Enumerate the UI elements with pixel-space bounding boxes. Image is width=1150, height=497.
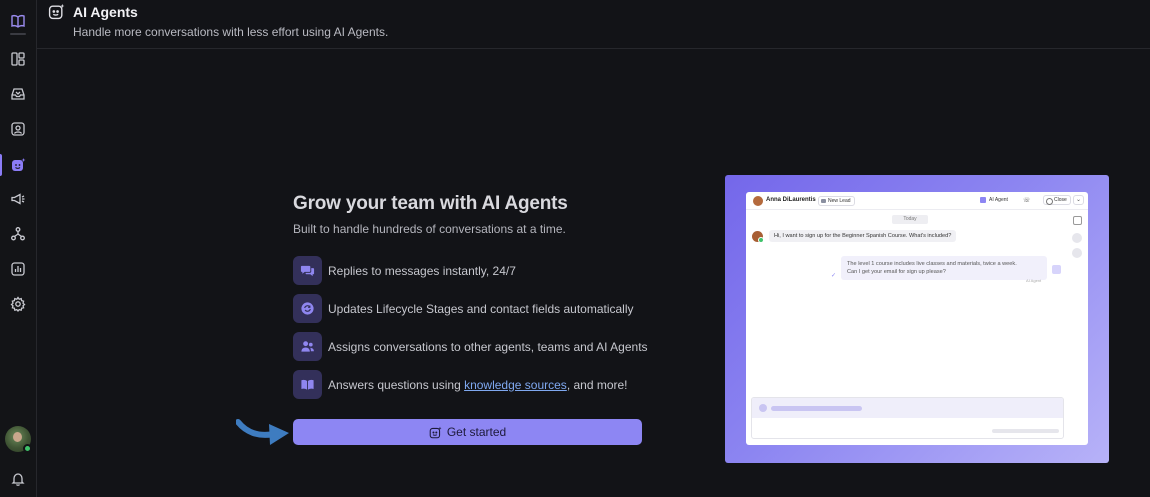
preview-composer — [751, 397, 1064, 439]
book-icon — [293, 370, 322, 399]
preview-lead-badge: New Lead — [818, 196, 855, 206]
contact-icon[interactable] — [8, 119, 28, 139]
feature-item: Replies to messages instantly, 24/7 — [293, 256, 693, 286]
preview-chat-window: Anna DiLaurentis New Lead AI Agent ☏ Clo… — [746, 192, 1088, 445]
preview-ai-agent-label: AI Agent — [980, 197, 1008, 203]
layout-panels-icon[interactable] — [8, 49, 28, 69]
preview-message-avatar — [752, 231, 764, 243]
get-started-button[interactable]: Get started — [293, 419, 642, 445]
preview-date-divider: Today — [892, 215, 928, 224]
reports-icon[interactable] — [8, 259, 28, 279]
product-preview: Anna DiLaurentis New Lead AI Agent ☏ Clo… — [725, 175, 1109, 463]
inbox-icon[interactable] — [8, 84, 28, 104]
settings-icon[interactable] — [8, 294, 28, 314]
preview-rail-dot — [1072, 248, 1082, 258]
user-avatar[interactable] — [5, 426, 32, 453]
bell-icon[interactable] — [8, 469, 28, 489]
preview-composer-placeholder — [992, 429, 1059, 433]
chat-bubbles-icon — [293, 256, 322, 285]
workflow-icon[interactable] — [8, 224, 28, 244]
feature-text: Answers questions using knowledge source… — [328, 378, 628, 392]
feature-text-after: , and more! — [566, 378, 628, 392]
page-header: AI Agents Handle more conversations with… — [37, 0, 1150, 49]
preview-read-check-icon: ✓ — [831, 273, 837, 279]
preview-contact-avatar — [753, 196, 763, 206]
preview-contact-name: Anna DiLaurentis — [766, 197, 816, 203]
logo-underline — [10, 33, 26, 35]
preview-ai-avatar-icon — [1052, 265, 1061, 274]
preview-incoming-message: Hi, I want to sign up for the Beginner S… — [769, 230, 957, 242]
online-status-dot — [23, 444, 32, 453]
megaphone-icon[interactable] — [8, 189, 28, 209]
feature-text-before: Answers questions using — [328, 378, 465, 392]
users-icon — [293, 332, 322, 361]
feature-text: Replies to messages instantly, 24/7 — [328, 264, 516, 278]
feature-item: Assigns conversations to other agents, t… — [293, 332, 693, 362]
feature-text: Updates Lifecycle Stages and contact fie… — [328, 302, 634, 316]
preview-close-button: Close — [1043, 195, 1071, 205]
preview-rail-dot — [1072, 233, 1082, 243]
knowledge-sources-link[interactable]: knowledge sources — [464, 378, 567, 392]
promo-subline: Built to handle hundreds of conversation… — [293, 222, 566, 236]
ai-agent-icon[interactable] — [8, 155, 28, 175]
book-open-icon[interactable] — [8, 11, 28, 31]
avatar-face — [13, 432, 22, 442]
page-subtitle: Handle more conversations with less effo… — [73, 25, 389, 39]
preview-outgoing-line: Can I get your email for sign up please? — [847, 269, 946, 275]
preview-outgoing-line: The level 1 course includes live classes… — [847, 261, 1017, 267]
refresh-icon — [293, 294, 322, 323]
feature-item: Updates Lifecycle Stages and contact fie… — [293, 294, 693, 324]
ai-agent-icon — [48, 3, 65, 20]
preview-outgoing-sender: AI Agent — [1026, 278, 1042, 283]
feature-item: Answers questions using knowledge source… — [293, 370, 693, 400]
get-started-label: Get started — [446, 425, 507, 439]
page-title: AI Agents — [73, 4, 138, 20]
active-indicator — [0, 154, 2, 176]
preview-chat-header: Anna DiLaurentis New Lead AI Agent ☏ Clo… — [746, 192, 1088, 210]
preview-rail-icon — [1073, 216, 1082, 225]
preview-phone-icon: ☏ — [1023, 198, 1031, 204]
promo-headline: Grow your team with AI Agents — [293, 193, 568, 214]
preview-composer-dot — [759, 404, 767, 412]
sidebar — [0, 0, 37, 497]
preview-chevron-down-icon: ⌄ — [1073, 195, 1084, 205]
preview-outgoing-message: The level 1 course includes live classes… — [841, 256, 1047, 280]
ai-agent-icon — [429, 426, 442, 438]
feature-text: Assigns conversations to other agents, t… — [328, 340, 648, 354]
preview-composer-placeholder — [771, 406, 862, 411]
pointer-arrow — [236, 419, 289, 445]
